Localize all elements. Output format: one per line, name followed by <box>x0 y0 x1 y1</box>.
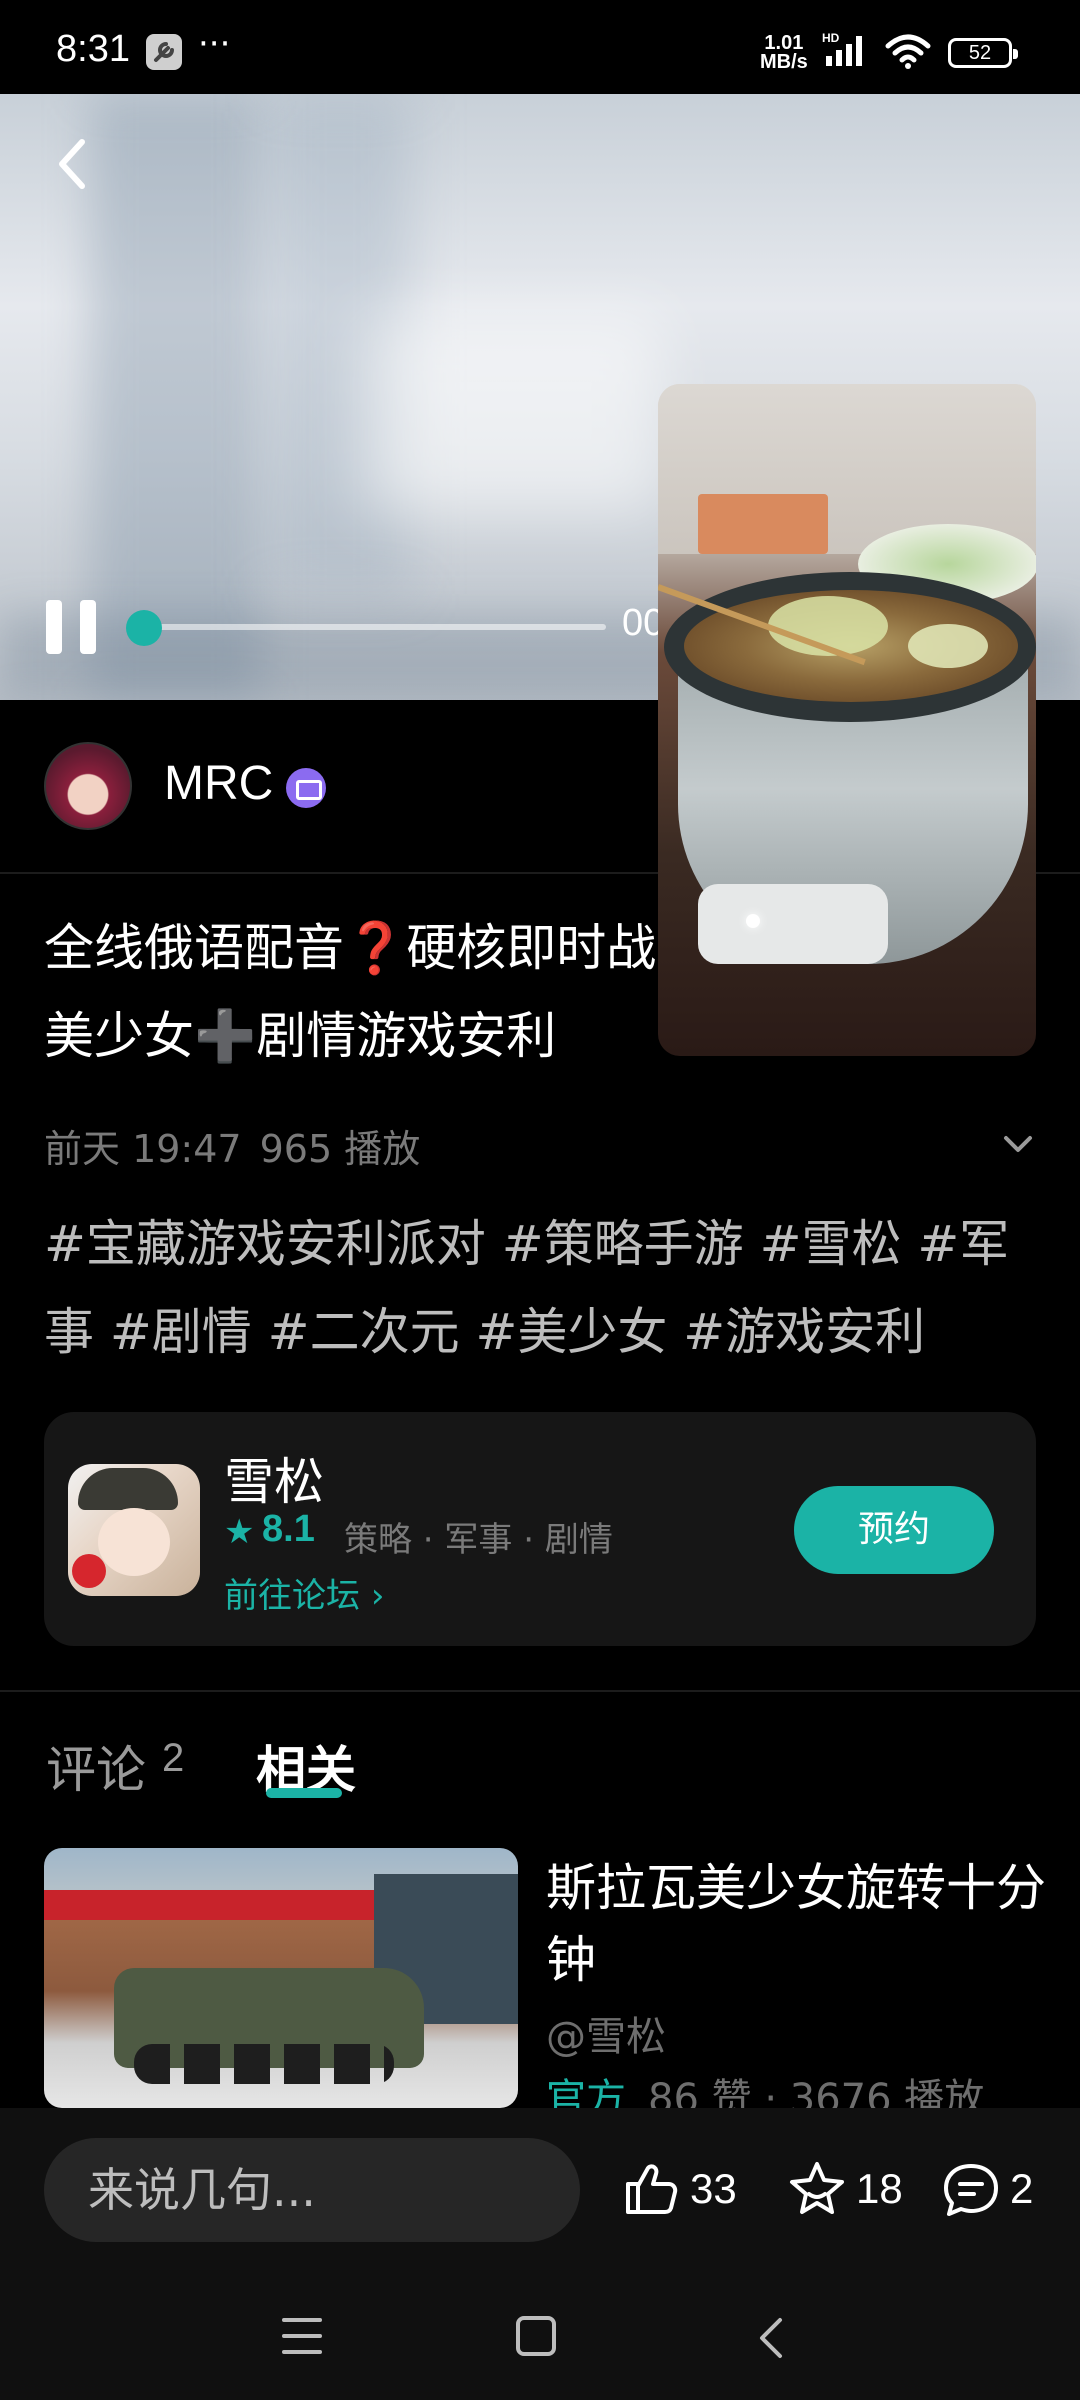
chevron-right-icon: › <box>370 1576 385 1616</box>
home-icon[interactable] <box>516 2316 556 2356</box>
bottom-action-bar: 来说几句... 33 18 2 <box>0 2108 1080 2274</box>
wrench-icon <box>146 34 182 70</box>
game-name[interactable]: 雪松 <box>224 1442 324 1514</box>
comments-button[interactable]: 2 <box>940 2154 1033 2224</box>
creator-badge-icon <box>286 768 326 808</box>
game-rating: 8.1 <box>262 1508 315 1550</box>
content-tabs: 评论 2 相关 <box>0 1720 1080 1810</box>
related-video-thumbnail[interactable] <box>44 1848 518 2108</box>
forum-link-label: 前往论坛 <box>224 1576 360 1616</box>
related-video-author[interactable]: @雪松 <box>546 2004 666 2062</box>
wifi-icon <box>884 32 932 76</box>
favorite-button[interactable]: 18 <box>786 2154 903 2224</box>
back-button[interactable] <box>48 132 96 196</box>
tab-comments-count[interactable]: 2 <box>162 1736 184 1781</box>
game-genres: 策略 · 军事 · 剧情 <box>344 1520 613 1560</box>
comment-icon <box>944 2164 998 2216</box>
status-time: 8:31 <box>56 28 130 70</box>
author-name[interactable]: MRC <box>164 756 273 811</box>
game-card[interactable]: 雪松 ★ 8.1 策略 · 军事 · 剧情 前往论坛 › 预约 <box>44 1412 1036 1646</box>
post-tags[interactable]: #宝藏游戏安利派对 #策略手游 #雪松 #军事 #剧情 #二次元 #美少女 #游… <box>44 1200 1044 1376</box>
like-count: 33 <box>690 2165 737 2212</box>
reserve-button[interactable]: 预约 <box>794 1486 994 1574</box>
speed-unit: MB/s <box>760 51 808 73</box>
active-tab-indicator <box>266 1788 342 1798</box>
comment-input[interactable]: 来说几句... <box>44 2138 580 2242</box>
pause-button[interactable] <box>46 600 98 654</box>
post-meta: 前天 19:47 965 播放 <box>44 1118 420 1173</box>
game-app-icon[interactable] <box>68 1464 200 1596</box>
floating-video-window[interactable] <box>658 384 1036 1056</box>
more-notifications-icon: ··· <box>198 24 231 64</box>
system-back-icon[interactable] <box>752 2314 792 2362</box>
related-video-title[interactable]: 斯拉瓦美少女旋转十分钟 <box>546 1852 1046 1996</box>
battery-icon: 52 <box>948 38 1018 68</box>
status-bar: 8:31 ··· 1.01 MB/s HD 52 <box>0 0 1080 94</box>
comment-count: 2 <box>1010 2165 1034 2212</box>
post-plays: 965 播放 <box>259 1127 421 1171</box>
network-speed: 1.01 MB/s <box>760 33 808 73</box>
divider <box>0 1690 1080 1692</box>
star-outline-icon <box>790 2162 844 2214</box>
star-icon: ★ <box>224 1512 255 1552</box>
video-progress-handle[interactable] <box>126 610 162 646</box>
related-video-item[interactable]: 斯拉瓦美少女旋转十分钟 @雪松 官方 86 赞 · 3676 播放 <box>0 1844 1080 2122</box>
forum-link[interactable]: 前往论坛 › <box>224 1568 384 1617</box>
thumbs-up-icon <box>626 2164 678 2214</box>
signal-icon: HD <box>822 30 874 74</box>
recent-apps-icon[interactable] <box>282 2318 322 2354</box>
network-type: HD <box>822 31 840 45</box>
video-progress-bar[interactable] <box>146 624 606 630</box>
post-date: 前天 19:47 <box>44 1127 242 1171</box>
tab-comments[interactable]: 评论 <box>46 1730 146 1802</box>
system-nav-bar <box>0 2274 1080 2400</box>
like-button[interactable]: 33 <box>620 2154 737 2224</box>
chevron-down-icon[interactable] <box>998 1132 1038 1158</box>
avatar[interactable] <box>44 742 132 830</box>
favorite-count: 18 <box>856 2165 903 2212</box>
